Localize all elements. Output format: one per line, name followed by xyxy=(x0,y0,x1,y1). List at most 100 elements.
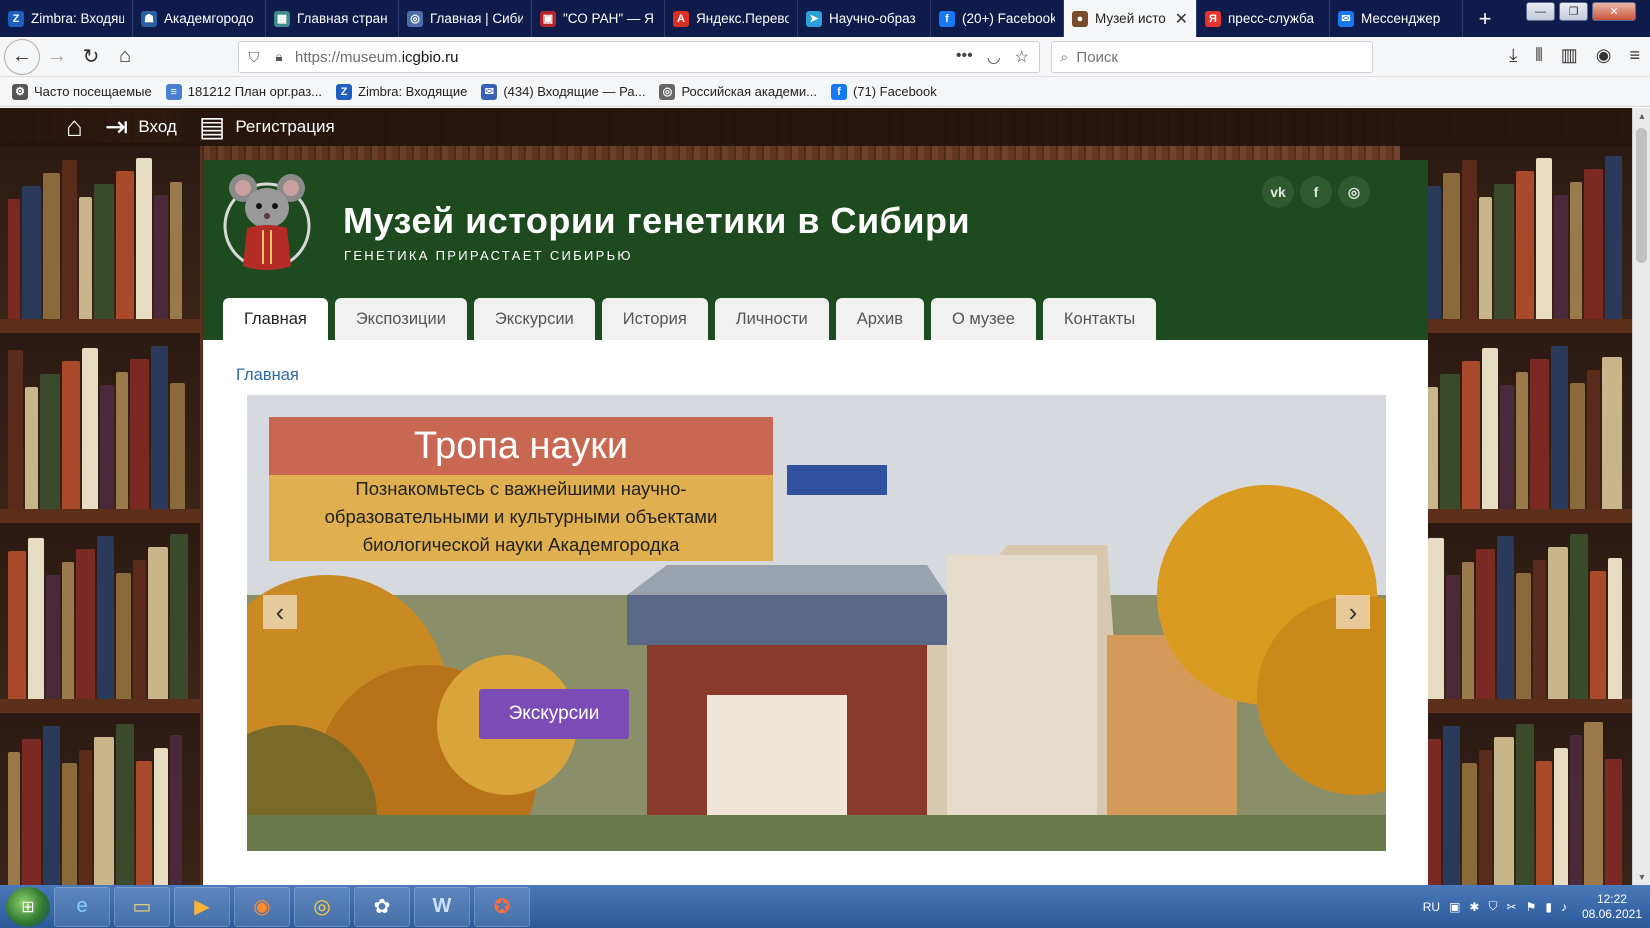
bookmark-item[interactable]: f (71) Facebook xyxy=(830,83,937,100)
paw-app-icon[interactable]: ✿ xyxy=(354,886,410,927)
word-icon[interactable]: W xyxy=(414,886,470,927)
sidebar-icon[interactable]: ▥ xyxy=(1561,45,1578,66)
menu-tab[interactable]: Экспозиции xyxy=(334,298,467,340)
browser-tab[interactable]: ▣ "СО РАН" — Я xyxy=(532,0,665,37)
book xyxy=(1536,158,1552,319)
book xyxy=(154,748,168,885)
browser-tab[interactable]: ☗ Академгородо xyxy=(133,0,266,37)
restore-button[interactable]: ❐ xyxy=(1559,2,1588,21)
browser-tab[interactable]: Z Zimbra: Входящ xyxy=(0,0,133,37)
scroll-down-icon[interactable]: ▼ xyxy=(1633,869,1650,885)
menu-tab[interactable]: Контакты xyxy=(1042,298,1157,340)
ie-icon[interactable]: e xyxy=(54,886,110,927)
book xyxy=(1516,171,1534,319)
facebook-icon: f xyxy=(830,83,847,100)
slider-prev-button[interactable]: ‹ xyxy=(263,595,297,629)
reload-button[interactable]: ↻ xyxy=(74,40,108,74)
bookmark-star-icon[interactable]: ☆ xyxy=(1015,47,1029,67)
pocket-icon[interactable]: ◡ xyxy=(987,47,1001,67)
doc-icon: ≡ xyxy=(165,83,182,100)
media-player-icon[interactable]: ▶ xyxy=(174,886,230,927)
search-input[interactable]: ⌕ Поиск xyxy=(1051,41,1373,73)
page-actions-icon[interactable]: ••• xyxy=(956,47,973,67)
browser-tab[interactable]: A Яндекс.Перево xyxy=(665,0,798,37)
browser-tab[interactable]: f (20+) Facebook xyxy=(931,0,1064,37)
scroll-thumb[interactable] xyxy=(1636,128,1647,263)
menu-tab[interactable]: Личности xyxy=(714,298,829,340)
account-icon[interactable]: ◉ xyxy=(1596,45,1612,66)
book xyxy=(8,551,26,699)
start-button[interactable]: ⊞ xyxy=(6,886,50,927)
hero-slider: Тропа науки Познакомьтесь с важнейшими н… xyxy=(247,395,1386,851)
browser-tab[interactable]: ✉ Мессенджер xyxy=(1330,0,1463,37)
book xyxy=(1462,562,1474,699)
browser-tab[interactable]: ➤ Научно-образ xyxy=(798,0,931,37)
mouse-logo-icon[interactable] xyxy=(219,166,315,278)
book xyxy=(62,562,74,699)
volume-icon[interactable]: ♪ xyxy=(1561,900,1567,914)
bookmark-label: Российская академи... xyxy=(681,84,817,99)
home-link[interactable]: ⌂ xyxy=(66,113,83,141)
bookmark-item[interactable]: ≡ 181212 План орг.раз... xyxy=(165,83,322,100)
menu-tab[interactable]: Архив xyxy=(835,298,924,340)
menu-tab[interactable]: О музее xyxy=(930,298,1036,340)
home-button[interactable]: ⌂ xyxy=(108,40,142,74)
close-window-button[interactable]: ✕ xyxy=(1592,2,1636,21)
explorer-icon[interactable]: ▭ xyxy=(114,886,170,927)
browser-tab-label: пресс-служба xyxy=(1228,11,1314,26)
minimize-button[interactable]: — xyxy=(1526,2,1555,21)
book xyxy=(1443,726,1460,885)
book xyxy=(1608,558,1622,699)
register-icon: ▤ xyxy=(198,111,226,142)
browser-tab[interactable]: Япресс-служба xyxy=(1197,0,1330,37)
browser-tab[interactable]: ▦ Главная стран xyxy=(266,0,399,37)
scroll-up-icon[interactable]: ▲ xyxy=(1633,108,1650,124)
browser-tab[interactable]: ● Музей исто ✕ xyxy=(1064,0,1197,37)
slide-cta-button[interactable]: Экскурсии xyxy=(479,689,629,739)
page-scrollbar[interactable]: ▲ ▼ xyxy=(1632,108,1650,885)
register-link[interactable]: ▤ Регистрация xyxy=(199,113,335,141)
book xyxy=(1554,748,1568,885)
close-tab-icon[interactable]: ✕ xyxy=(1175,9,1188,29)
vk-icon[interactable]: vk xyxy=(1262,176,1294,208)
bookmark-item[interactable]: ⚙ Часто посещаемые xyxy=(12,83,152,100)
flag-icon[interactable]: ⚑ xyxy=(1526,900,1537,914)
slider-next-button[interactable]: › xyxy=(1336,595,1370,629)
network-icon[interactable]: ▮ xyxy=(1545,900,1552,914)
book xyxy=(1587,370,1600,509)
menu-tab[interactable]: Главная xyxy=(223,298,328,340)
firefox-icon[interactable]: ◉ xyxy=(234,886,290,927)
tray-tool-icon[interactable]: ✂ xyxy=(1507,900,1517,914)
bookmark-item[interactable]: ✉ (434) Входящие — Ра... xyxy=(481,83,645,100)
browser-tab[interactable]: ◎ Главная | Сиби xyxy=(399,0,532,37)
back-button[interactable]: ← xyxy=(4,38,40,75)
forward-button[interactable]: → xyxy=(40,40,74,74)
book xyxy=(154,195,168,319)
library-icon[interactable]: ⫴ xyxy=(1535,45,1543,66)
site-header: Музей истории генетики в Сибири ГЕНЕТИКА… xyxy=(203,160,1428,340)
login-link[interactable]: ⇥ Вход xyxy=(105,113,177,141)
game-app-icon[interactable]: ✪ xyxy=(474,886,530,927)
instagram-icon[interactable]: ◎ xyxy=(1338,176,1370,208)
book xyxy=(116,724,134,885)
chrome-icon[interactable]: ◎ xyxy=(294,886,350,927)
clock[interactable]: 12:22 08.06.2021 xyxy=(1582,892,1642,922)
book xyxy=(1536,761,1552,885)
address-bar[interactable]: ⛉ 🔒︎ https://museum.icgbio.ru ••• ◡ ☆ xyxy=(238,41,1040,73)
bookmark-item[interactable]: ◎ Российская академи... xyxy=(659,83,817,100)
facebook-icon[interactable]: f xyxy=(1300,176,1332,208)
site-tagline: ГЕНЕТИКА ПРИРАСТАЕТ СИБИРЬЮ xyxy=(344,248,633,263)
breadcrumb[interactable]: Главная xyxy=(236,366,299,385)
menu-tab[interactable]: История xyxy=(601,298,708,340)
new-tab-button[interactable]: + xyxy=(1463,0,1507,37)
tray-app-icon[interactable]: ▣ xyxy=(1449,900,1460,914)
download-icon[interactable]: ⤓ xyxy=(1509,45,1517,66)
bookmark-item[interactable]: Z Zimbra: Входящие xyxy=(336,83,467,100)
menu-icon[interactable]: ≡ xyxy=(1629,45,1640,66)
language-indicator[interactable]: RU xyxy=(1423,900,1440,914)
menu-tab[interactable]: Экскурсии xyxy=(473,298,595,340)
site-title[interactable]: Музей истории генетики в Сибири xyxy=(343,200,970,242)
tray-shield-icon[interactable]: ⛉ xyxy=(1488,899,1497,914)
shelf-row xyxy=(1400,333,1632,523)
bluetooth-icon[interactable]: ✱ xyxy=(1469,900,1479,914)
